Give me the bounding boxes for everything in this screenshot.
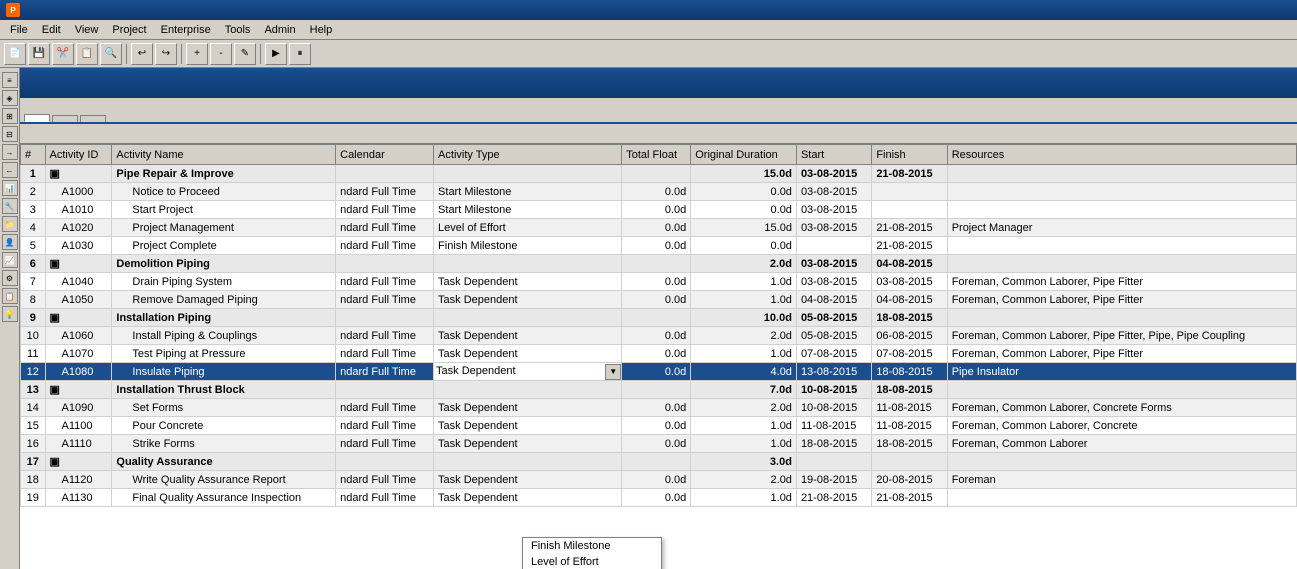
sidebar-icon-4[interactable]: ⊟	[2, 126, 18, 142]
col-activity-type: Activity Type	[434, 145, 622, 165]
expand-icon[interactable]: ▣	[50, 311, 60, 324]
toolbar-btn-1[interactable]: 📄	[4, 43, 26, 65]
table-row[interactable]: 19A1130Final Quality Assurance Inspectio…	[21, 489, 1297, 507]
table-row[interactable]: 4A1020Project Managementndard Full TimeL…	[21, 219, 1297, 237]
dropdown-item[interactable]: Level of Effort	[523, 554, 661, 569]
activity-type-input[interactable]	[434, 364, 605, 378]
table-row[interactable]: 8A1050Remove Damaged Pipingndard Full Ti…	[21, 291, 1297, 309]
sidebar-icon-1[interactable]: ≡	[2, 72, 18, 88]
expand-icon[interactable]: ▣	[50, 383, 60, 396]
table-row[interactable]: 15A1100Pour Concretendard Full TimeTask …	[21, 417, 1297, 435]
table-row[interactable]: 13▣Installation Thrust Block7.0d10-08-20…	[21, 381, 1297, 399]
menu-bar: FileEditViewProjectEnterpriseToolsAdminH…	[0, 20, 1297, 40]
sidebar-icon-8[interactable]: 🔧	[2, 198, 18, 214]
filter-bar	[20, 124, 1297, 144]
sidebar-icon-6[interactable]: ←	[2, 162, 18, 178]
toolbar: 📄 💾 ✂️ 📋 🔍 ↩ ↪ + - ✎ ▶ ⏸	[0, 40, 1297, 68]
expand-icon[interactable]: ▣	[50, 167, 60, 180]
table-row[interactable]: 12A1080Insulate Pipingndard Full Time▼0.…	[21, 363, 1297, 381]
table-row[interactable]: 10A1060Install Piping & Couplingsndard F…	[21, 327, 1297, 345]
sidebar-icon-11[interactable]: 📈	[2, 252, 18, 268]
toolbar-btn-11[interactable]: ▶	[265, 43, 287, 65]
table-row[interactable]: 1▣Pipe Repair & Improve15.0d03-08-201521…	[21, 165, 1297, 183]
toolbar-btn-10[interactable]: ✎	[234, 43, 256, 65]
activities-table: # Activity ID Activity Name Calendar Act…	[20, 144, 1297, 507]
table-row[interactable]: 2A1000Notice to Proceedndard Full TimeSt…	[21, 183, 1297, 201]
menu-item-file[interactable]: File	[4, 23, 34, 37]
table-row[interactable]: 11A1070Test Piping at Pressurendard Full…	[21, 345, 1297, 363]
sidebar-icon-5[interactable]: →	[2, 144, 18, 160]
col-calendar: Calendar	[336, 145, 434, 165]
table-row[interactable]: 3A1010Start Projectndard Full TimeStart …	[21, 201, 1297, 219]
dropdown-item[interactable]: Finish Milestone	[523, 538, 661, 554]
sidebar-icon-10[interactable]: 👤	[2, 234, 18, 250]
toolbar-sep-3	[260, 44, 261, 64]
activity-type-dropdown-btn[interactable]: ▼	[605, 364, 621, 380]
menu-item-admin[interactable]: Admin	[258, 23, 301, 37]
toolbar-btn-2[interactable]: 💾	[28, 43, 50, 65]
sidebar-icon-13[interactable]: 📋	[2, 288, 18, 304]
tab-projects[interactable]	[52, 115, 78, 122]
expand-icon[interactable]: ▣	[50, 455, 60, 468]
col-activity-id: Activity ID	[45, 145, 112, 165]
menu-item-view[interactable]: View	[69, 23, 105, 37]
toolbar-btn-5[interactable]: 🔍	[100, 43, 122, 65]
table-row[interactable]: 14A1090Set Formsndard Full TimeTask Depe…	[21, 399, 1297, 417]
menu-item-edit[interactable]: Edit	[36, 23, 67, 37]
table-row[interactable]: 6▣Demolition Piping2.0d03-08-201504-08-2…	[21, 255, 1297, 273]
toolbar-btn-6[interactable]: ↩	[131, 43, 153, 65]
tab-bar	[20, 98, 1297, 124]
app-icon: P	[6, 3, 20, 17]
table-row[interactable]: 17▣Quality Assurance3.0d	[21, 453, 1297, 471]
col-finish: Finish	[872, 145, 947, 165]
table-row[interactable]: 16A1110Strike Formsndard Full TimeTask D…	[21, 435, 1297, 453]
sidebar-icon-2[interactable]: ◈	[2, 90, 18, 106]
tab-resources[interactable]	[80, 115, 106, 122]
content-area: # Activity ID Activity Name Calendar Act…	[20, 68, 1297, 569]
table-row[interactable]: 7A1040Drain Piping Systemndard Full Time…	[21, 273, 1297, 291]
col-num: #	[21, 145, 46, 165]
table-header-row: # Activity ID Activity Name Calendar Act…	[21, 145, 1297, 165]
menu-item-help[interactable]: Help	[304, 23, 339, 37]
table-row[interactable]: 5A1030Project Completendard Full TimeFin…	[21, 237, 1297, 255]
toolbar-btn-3[interactable]: ✂️	[52, 43, 74, 65]
col-start: Start	[796, 145, 871, 165]
activity-type-dropdown[interactable]: Finish MilestoneLevel of EffortResource …	[522, 537, 662, 569]
expand-icon[interactable]: ▣	[50, 257, 60, 270]
sidebar-icon-7[interactable]: 📊	[2, 180, 18, 196]
sidebar-icon-12[interactable]: ⚙	[2, 270, 18, 286]
toolbar-btn-12[interactable]: ⏸	[289, 43, 311, 65]
menu-item-tools[interactable]: Tools	[219, 23, 257, 37]
table-row[interactable]: 18A1120Write Quality Assurance Reportnda…	[21, 471, 1297, 489]
sidebar-icon-14[interactable]: 💡	[2, 306, 18, 322]
toolbar-btn-9[interactable]: -	[210, 43, 232, 65]
title-bar: P	[0, 0, 1297, 20]
main-container: ≡ ◈ ⊞ ⊟ → ← 📊 🔧 📁 👤 📈 ⚙ 📋 💡	[0, 68, 1297, 569]
toolbar-btn-7[interactable]: ↪	[155, 43, 177, 65]
sidebar-icon-9[interactable]: 📁	[2, 216, 18, 232]
col-activity-name: Activity Name	[112, 145, 336, 165]
col-original-duration: Original Duration	[691, 145, 797, 165]
sidebar: ≡ ◈ ⊞ ⊟ → ← 📊 🔧 📁 👤 📈 ⚙ 📋 💡	[0, 68, 20, 569]
col-total-float: Total Float	[622, 145, 691, 165]
menu-item-enterprise[interactable]: Enterprise	[155, 23, 217, 37]
activities-header	[20, 68, 1297, 98]
table-container[interactable]: # Activity ID Activity Name Calendar Act…	[20, 144, 1297, 569]
menu-item-project[interactable]: Project	[106, 23, 152, 37]
toolbar-btn-4[interactable]: 📋	[76, 43, 98, 65]
toolbar-sep-1	[126, 44, 127, 64]
toolbar-btn-8[interactable]: +	[186, 43, 208, 65]
sidebar-icon-3[interactable]: ⊞	[2, 108, 18, 124]
col-resources: Resources	[947, 145, 1296, 165]
table-row[interactable]: 9▣Installation Piping10.0d05-08-201518-0…	[21, 309, 1297, 327]
toolbar-sep-2	[181, 44, 182, 64]
tab-activities[interactable]	[24, 114, 50, 122]
